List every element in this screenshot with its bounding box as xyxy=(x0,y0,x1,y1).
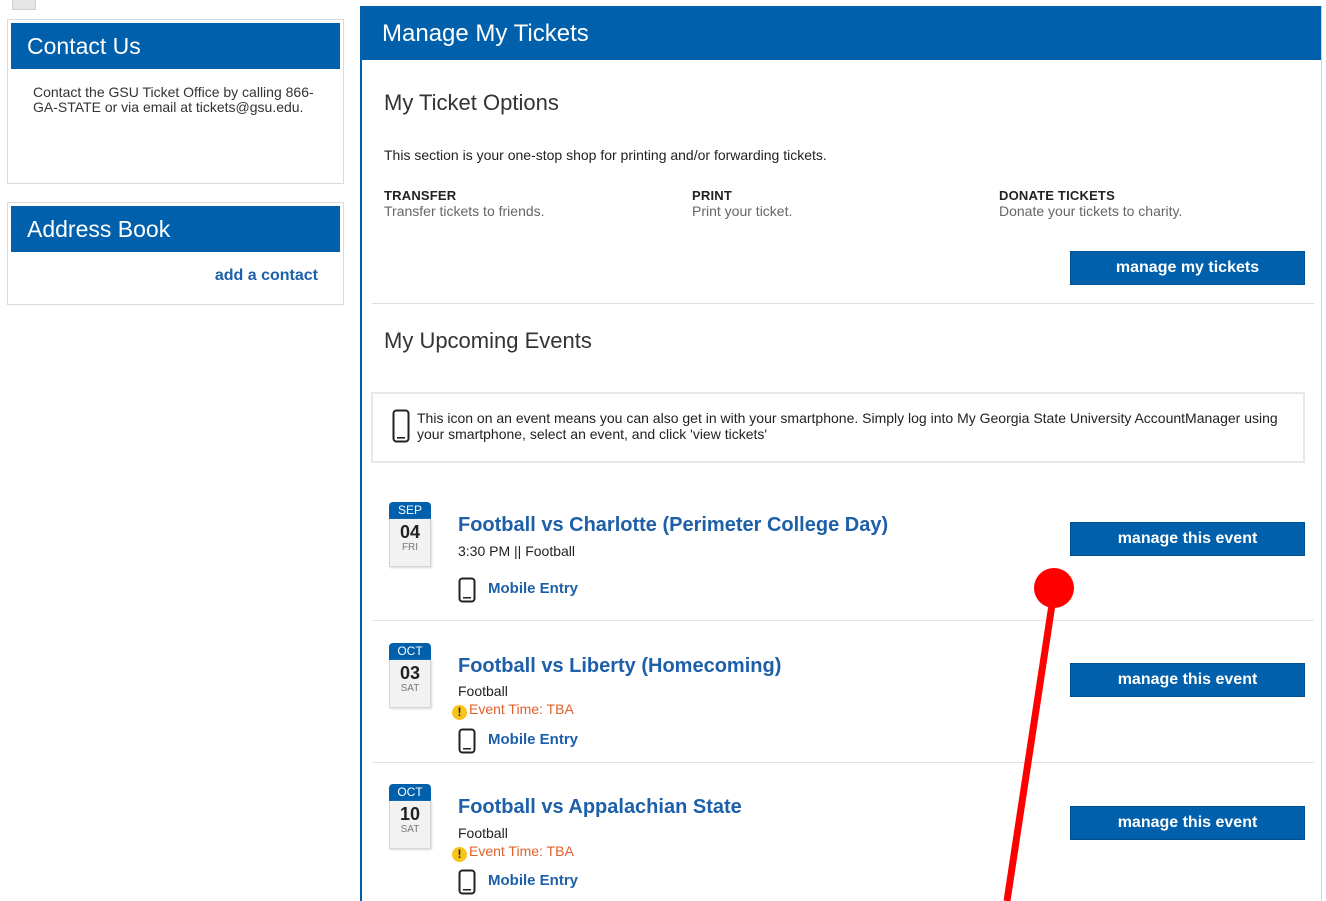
manage-this-event-button[interactable]: manage this event xyxy=(1070,522,1305,556)
event-day: 10 xyxy=(399,804,421,824)
section-divider xyxy=(372,303,1314,304)
smartphone-icon xyxy=(392,409,410,443)
event-warning-text: Event Time: TBA xyxy=(469,843,574,859)
event-warning: ! Event Time: TBA xyxy=(452,701,574,720)
smartphone-icon xyxy=(458,869,476,895)
mobile-entry[interactable]: Mobile Entry xyxy=(458,869,578,900)
manage-tickets-panel: Manage My Tickets My Ticket Options This… xyxy=(360,6,1322,901)
event-weekday: SAT xyxy=(400,683,420,694)
option-transfer: TRANSFER Transfer tickets to friends. xyxy=(384,188,545,219)
warning-icon: ! xyxy=(452,705,467,720)
event-divider xyxy=(372,762,1314,763)
option-title: PRINT xyxy=(692,188,732,203)
ticket-options-title: My Ticket Options xyxy=(384,90,559,115)
event-subtitle: 3:30 PM || Football xyxy=(458,543,575,559)
option-description: Print your ticket. xyxy=(692,203,793,219)
contact-panel: Contact Us Contact the GSU Ticket Office… xyxy=(7,19,344,184)
mobile-entry-label[interactable]: Mobile Entry xyxy=(488,580,578,597)
event-row: OCT 10 SAT Football vs Appalachian State… xyxy=(362,784,1322,901)
option-title: DONATE TICKETS xyxy=(999,188,1115,203)
contact-text: Contact the GSU Ticket Office by calling… xyxy=(33,84,314,115)
event-row: SEP 04 FRI Football vs Charlotte (Perime… xyxy=(362,502,1322,642)
address-book-title: Address Book xyxy=(11,206,340,252)
ticket-options-description: This section is your one-stop shop for p… xyxy=(384,147,827,163)
event-warning: ! Event Time: TBA xyxy=(452,843,574,862)
mobile-entry[interactable]: Mobile Entry xyxy=(458,728,578,759)
manage-this-event-button[interactable]: manage this event xyxy=(1070,663,1305,697)
event-subtitle: Football xyxy=(458,825,508,841)
event-warning-text: Event Time: TBA xyxy=(469,701,574,717)
event-date-badge: SEP 04 FRI xyxy=(389,502,431,568)
add-contact-link[interactable]: add a contact xyxy=(8,252,343,285)
event-date-badge: OCT 03 SAT xyxy=(389,643,431,709)
manage-my-tickets-button[interactable]: manage my tickets xyxy=(1070,251,1305,285)
option-title: TRANSFER xyxy=(384,188,457,203)
mobile-notice-text: This icon on an event means you can also… xyxy=(417,410,1278,442)
event-weekday: FRI xyxy=(401,542,419,553)
page-title: Manage My Tickets xyxy=(362,6,1321,60)
mobile-entry-label[interactable]: Mobile Entry xyxy=(488,872,578,889)
event-month: OCT xyxy=(389,784,431,801)
corner-tab[interactable] xyxy=(12,0,36,10)
event-month: SEP xyxy=(389,502,431,519)
option-donate: DONATE TICKETS Donate your tickets to ch… xyxy=(999,188,1182,219)
smartphone-icon xyxy=(458,728,476,754)
upcoming-events-title: My Upcoming Events xyxy=(384,328,592,353)
event-day: 03 xyxy=(399,663,421,683)
event-date-badge: OCT 10 SAT xyxy=(389,784,431,850)
option-description: Donate your tickets to charity. xyxy=(999,203,1183,219)
mobile-notice: This icon on an event means you can also… xyxy=(371,392,1305,463)
smartphone-icon xyxy=(458,577,476,603)
event-day: 04 xyxy=(399,522,421,542)
event-weekday: SAT xyxy=(400,824,420,835)
event-title-link[interactable]: Football vs Liberty (Homecoming) xyxy=(458,655,781,678)
warning-icon: ! xyxy=(452,847,467,862)
option-description: Transfer tickets to friends. xyxy=(384,203,545,219)
mobile-entry[interactable]: Mobile Entry xyxy=(458,577,578,608)
event-title-link[interactable]: Football vs Appalachian State xyxy=(458,796,742,819)
option-print: PRINT Print your ticket. xyxy=(692,188,792,219)
event-divider xyxy=(372,620,1314,621)
event-title-link[interactable]: Football vs Charlotte (Perimeter College… xyxy=(458,514,888,537)
contact-panel-title: Contact Us xyxy=(11,23,340,69)
event-subtitle: Football xyxy=(458,683,508,699)
address-book-panel: Address Book add a contact xyxy=(7,202,344,305)
mobile-entry-label[interactable]: Mobile Entry xyxy=(488,731,578,748)
manage-this-event-button[interactable]: manage this event xyxy=(1070,806,1305,840)
event-month: OCT xyxy=(389,643,431,660)
